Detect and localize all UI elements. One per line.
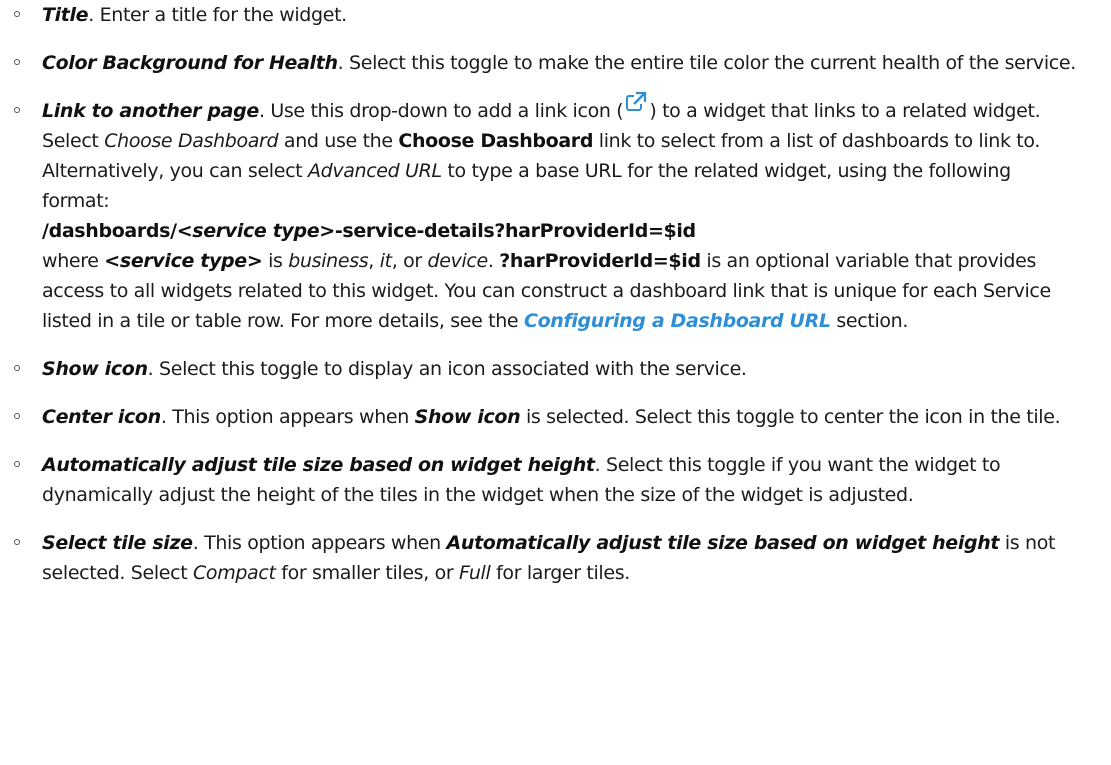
option-description: . Select this toggle to display an icon …: [147, 358, 747, 380]
bullet-icon: [14, 365, 20, 371]
widget-options-list: Title. Enter a title for the widget. Col…: [10, 0, 1081, 588]
configuring-dashboard-url-link[interactable]: Configuring a Dashboard URL: [524, 310, 831, 332]
option-color-background: Color Background for Health. Select this…: [10, 48, 1081, 78]
option-description: . Enter a title for the widget.: [88, 4, 347, 26]
bullet-icon: [14, 539, 20, 545]
option-term: Automatically adjust tile size based on …: [42, 454, 595, 476]
option-term: Link to another page: [42, 100, 259, 122]
variable-ref: ?harProviderId=$id: [499, 250, 701, 272]
option-show-icon: Show icon. Select this toggle to display…: [10, 354, 1081, 384]
option-description: . Select this toggle to make the entire …: [337, 52, 1077, 74]
option-select-tile-size: Select tile size. This option appears wh…: [10, 528, 1081, 588]
bullet-icon: [14, 413, 20, 419]
bullet-icon: [14, 11, 20, 17]
external-link-icon: [625, 91, 647, 113]
bullet-icon: [14, 59, 20, 65]
option-term: Title: [42, 4, 89, 26]
bullet-icon: [14, 461, 20, 467]
option-title: Title. Enter a title for the widget.: [10, 0, 1081, 30]
document-page: Title. Enter a title for the widget. Col…: [0, 0, 1111, 765]
option-auto-adjust-tile-size: Automatically adjust tile size based on …: [10, 450, 1081, 510]
option-term: Color Background for Health: [42, 52, 338, 74]
option-term: Center icon: [42, 406, 161, 428]
option-center-icon: Center icon. This option appears when Sh…: [10, 402, 1081, 432]
choose-dashboard-ref: Choose Dashboard: [398, 130, 594, 152]
url-format-example: /dashboards/<service type>-service-detai…: [42, 220, 696, 242]
option-term: Select tile size: [42, 532, 193, 554]
bullet-icon: [14, 107, 20, 113]
option-term: Show icon: [42, 358, 148, 380]
option-link-to-another-page: Link to another page. Use this drop-down…: [10, 91, 1081, 336]
